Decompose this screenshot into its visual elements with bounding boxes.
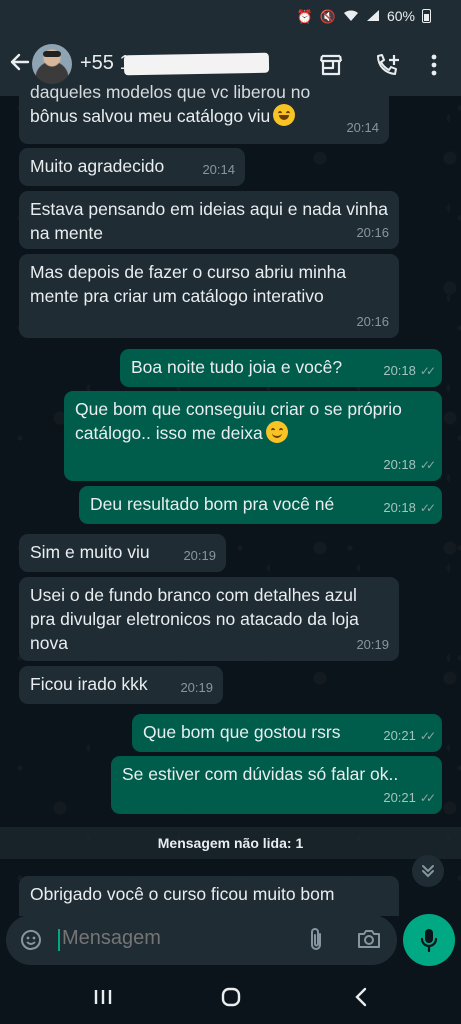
message-text: Mas depois de fazer o curso abriu minha …	[30, 262, 347, 306]
message-incoming[interactable]: Estava pensando em ideias aqui e nada vi…	[19, 191, 399, 249]
text-cursor	[58, 929, 60, 951]
mic-icon	[420, 929, 438, 953]
message-text: Boa noite tudo joia e você?	[131, 357, 343, 377]
message-time: 20:19	[183, 548, 216, 563]
message-text: Que bom que conseguiu criar o se próprio…	[75, 399, 402, 443]
call-add-icon[interactable]	[373, 50, 403, 80]
message-input[interactable]	[62, 927, 292, 950]
message-incoming[interactable]: Mas depois de fazer o curso abriu minha …	[19, 254, 399, 338]
alarm-icon: ⏰	[296, 8, 313, 24]
message-text: Deu resultado bom pra você né	[90, 494, 335, 514]
chevron-down-icon	[422, 865, 434, 878]
signal-icon	[366, 9, 380, 24]
message-time: 20:19	[356, 637, 389, 652]
wifi-icon	[343, 9, 359, 24]
mic-button[interactable]	[403, 914, 455, 966]
double-check-icon: ✓✓	[419, 458, 436, 472]
double-check-icon: ✓✓	[419, 791, 436, 805]
message-outgoing[interactable]: Que bom que conseguiu criar o se próprio…	[64, 391, 442, 481]
store-icon[interactable]	[316, 50, 346, 80]
message-incoming[interactable]: Obrigado você o curso ficou muito bom	[19, 876, 399, 916]
message-time: 20:18 ✓✓	[383, 496, 436, 520]
kebab-menu-icon[interactable]	[419, 50, 449, 80]
laughing-emoji-icon	[273, 104, 296, 126]
mute-icon: 🔇	[319, 8, 336, 24]
message-time: 20:14	[202, 162, 235, 177]
message-time: 20:21 ✓✓	[383, 786, 436, 810]
message-text: bônus salvou meu catálogo viu	[30, 106, 271, 126]
message-text: daqueles modelos que vc liberou no	[30, 82, 311, 102]
message-incoming[interactable]: Muito agradecido 20:14	[19, 148, 245, 186]
message-incoming[interactable]: Usei o de fundo branco com detalhes azul…	[19, 577, 399, 661]
smiling-emoji-icon	[265, 421, 288, 443]
message-text: Se estiver com dúvidas só falar ok..	[122, 764, 399, 784]
message-time: 20:16	[356, 225, 389, 240]
message-text-line2: bônus salvou meu catálogo viu	[30, 104, 379, 128]
system-navigation-bar	[0, 966, 461, 1024]
message-time: 20:21 ✓✓	[383, 724, 436, 748]
message-time: 20:14	[346, 120, 379, 135]
nav-back-icon[interactable]	[346, 982, 376, 1012]
unread-messages-divider: Mensagem não lida: 1	[0, 827, 461, 859]
message-composer	[6, 915, 397, 965]
message-outgoing[interactable]: Se estiver com dúvidas só falar ok.. 20:…	[111, 756, 442, 814]
message-text: Ficou irado kkk	[30, 674, 148, 694]
message-incoming[interactable]: Ficou irado kkk 20:19	[19, 666, 223, 704]
message-text: Que bom que gostou rsrs	[143, 722, 341, 742]
message-incoming[interactable]: Sim e muito viu 20:19	[19, 534, 226, 572]
redacted-phone-number	[123, 52, 270, 76]
message-text: Usei o de fundo branco com detalhes azul…	[30, 585, 359, 653]
message-time: 20:19	[180, 680, 213, 695]
battery-percentage: 60%	[386, 8, 415, 24]
double-check-icon: ✓✓	[419, 729, 436, 743]
message-outgoing[interactable]: Boa noite tudo joia e você? 20:18 ✓✓	[120, 349, 442, 387]
message-time: 20:16	[356, 314, 389, 329]
scroll-to-bottom-button[interactable]	[412, 855, 444, 887]
message-outgoing[interactable]: Deu resultado bom pra você né 20:18 ✓✓	[79, 486, 442, 524]
sticker-icon[interactable]	[18, 927, 44, 953]
message-outgoing[interactable]: Que bom que gostou rsrs 20:21 ✓✓	[132, 714, 442, 752]
message-text: Muito agradecido	[30, 156, 165, 176]
unread-label: Mensagem não lida: 1	[157, 835, 304, 851]
message-incoming[interactable]: daqueles modelos que vc liberou no bônus…	[19, 82, 389, 144]
double-check-icon: ✓✓	[419, 364, 436, 378]
battery-icon	[422, 9, 431, 23]
message-time: 20:18 ✓✓	[383, 359, 436, 383]
attach-icon[interactable]	[306, 927, 332, 953]
status-bar: ⏰ 🔇 60%	[0, 0, 461, 34]
message-text: Estava pensando em ideias aqui e nada vi…	[30, 199, 389, 243]
recent-apps-icon[interactable]	[88, 982, 118, 1012]
home-icon[interactable]	[216, 982, 246, 1012]
message-text: Sim e muito viu	[30, 542, 150, 562]
avatar[interactable]	[32, 44, 72, 84]
message-time: 20:18 ✓✓	[383, 453, 436, 477]
message-text: Obrigado você o curso ficou muito bom	[30, 884, 335, 904]
camera-icon[interactable]	[356, 927, 384, 953]
double-check-icon: ✓✓	[419, 501, 436, 515]
back-arrow-icon[interactable]	[6, 51, 32, 79]
